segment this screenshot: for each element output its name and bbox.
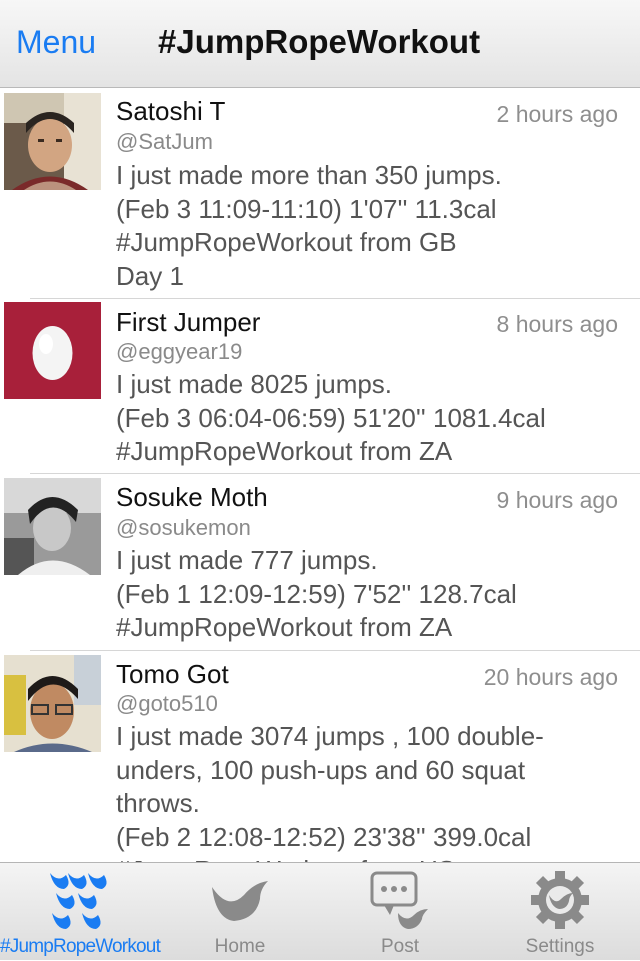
speech-bubble-bird-icon bbox=[370, 871, 428, 929]
bird-icon bbox=[212, 881, 268, 921]
tab-label: Post bbox=[380, 936, 420, 957]
navigation-bar: Menu #JumpRopeWorkout bbox=[0, 0, 640, 88]
egg-icon bbox=[4, 302, 101, 399]
post-author-handle[interactable]: @sosukemon bbox=[116, 515, 251, 541]
post-text-line: #JumpRopeWorkout from US bbox=[116, 854, 616, 862]
post-text: I just made 777 jumps. (Feb 1 12:09-12:5… bbox=[116, 544, 616, 645]
post-text-line: #JumpRopeWorkout from GB bbox=[116, 227, 457, 257]
post-text-line: I just made more than 350 jumps. bbox=[116, 160, 502, 190]
post-text-line: (Feb 3 11:09-11:10) 1'07'' 11.3cal bbox=[116, 193, 497, 224]
post-text-line: (Feb 1 12:09-12:59) 7'52'' 128.7cal bbox=[116, 578, 517, 609]
timeline-feed[interactable]: Satoshi T 2 hours ago @SatJum I just mad… bbox=[0, 89, 640, 862]
avatar[interactable] bbox=[4, 655, 101, 752]
post-text-line: unders, 100 push-ups and 60 squat bbox=[116, 754, 526, 785]
post-text-line: I just made 3074 jumps , 100 double- bbox=[116, 721, 544, 751]
post-text-line: I just made 8025 jumps. bbox=[116, 369, 393, 399]
post-timestamp: 20 hours ago bbox=[483, 664, 618, 690]
list-item[interactable]: Sosuke Moth 9 hours ago @sosukemon I jus… bbox=[0, 474, 640, 651]
tab-post[interactable]: Post bbox=[320, 863, 480, 961]
tab-jumpropeworkout[interactable]: #JumpRopeWorkout bbox=[0, 863, 161, 961]
avatar[interactable] bbox=[4, 302, 101, 399]
tab-home[interactable]: Home bbox=[160, 863, 320, 961]
post-text: I just made more than 350 jumps. (Feb 3 … bbox=[116, 159, 616, 293]
list-item[interactable]: First Jumper 8 hours ago @eggyear19 I ju… bbox=[0, 299, 640, 476]
tab-settings[interactable]: Settings bbox=[480, 863, 640, 961]
menu-button[interactable]: Menu bbox=[16, 24, 96, 61]
avatar[interactable] bbox=[4, 93, 101, 190]
post-text-line: (Feb 3 06:04-06:59) 51'20'' 1081.4cal bbox=[116, 402, 546, 433]
post-text-line: #JumpRopeWorkout from ZA bbox=[116, 436, 453, 466]
gear-bird-icon bbox=[531, 871, 589, 929]
tab-label: Settings bbox=[525, 936, 595, 957]
post-text-line: I just made 777 jumps. bbox=[116, 545, 378, 575]
post-timestamp: 2 hours ago bbox=[496, 101, 618, 127]
post-text-line: Day 1 bbox=[116, 260, 184, 291]
page-title: #JumpRopeWorkout bbox=[158, 23, 481, 60]
post-author-name[interactable]: Sosuke Moth bbox=[116, 482, 268, 513]
post-author-name[interactable]: First Jumper bbox=[116, 307, 260, 338]
list-item[interactable]: Tomo Got 20 hours ago @goto510 I just ma… bbox=[0, 651, 640, 862]
post-author-handle[interactable]: @SatJum bbox=[116, 129, 213, 155]
post-timestamp: 8 hours ago bbox=[496, 311, 618, 337]
post-text-line: (Feb 2 12:08-12:52) 23'38'' 399.0cal bbox=[116, 821, 532, 852]
post-text: I just made 3074 jumps , 100 double- und… bbox=[116, 720, 616, 862]
birds-flock-icon bbox=[50, 873, 107, 929]
post-text: I just made 8025 jumps. (Feb 3 06:04-06:… bbox=[116, 368, 616, 469]
tab-bar: #JumpRopeWorkout Home Post Settings bbox=[0, 862, 640, 960]
post-text-line: throws. bbox=[116, 788, 200, 818]
post-timestamp: 9 hours ago bbox=[496, 487, 618, 513]
post-author-name[interactable]: Tomo Got bbox=[116, 659, 229, 690]
post-author-handle[interactable]: @goto510 bbox=[116, 691, 218, 717]
avatar[interactable] bbox=[4, 478, 101, 575]
list-item[interactable]: Satoshi T 2 hours ago @SatJum I just mad… bbox=[0, 89, 640, 299]
post-text-line: #JumpRopeWorkout from ZA bbox=[116, 612, 453, 642]
post-author-handle[interactable]: @eggyear19 bbox=[116, 339, 242, 365]
tab-label: Home bbox=[214, 936, 266, 957]
post-author-name[interactable]: Satoshi T bbox=[116, 96, 225, 127]
tab-label: #JumpRopeWorkout bbox=[0, 936, 161, 957]
